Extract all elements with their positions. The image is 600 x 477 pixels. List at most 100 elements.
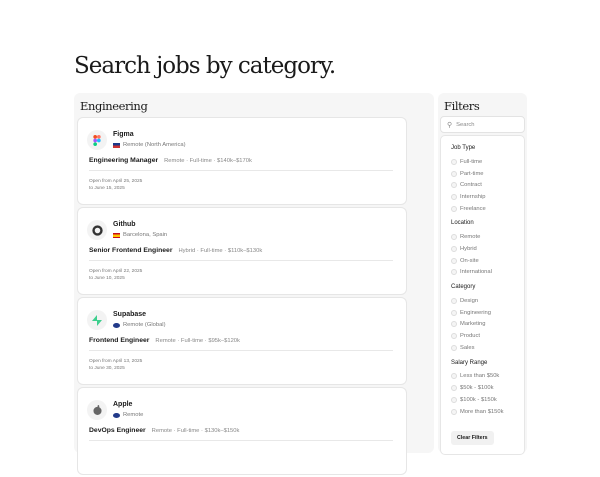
radio-button[interactable] xyxy=(451,373,457,380)
radio-button[interactable] xyxy=(451,333,457,340)
radio-button[interactable] xyxy=(451,396,457,403)
filter-option[interactable]: More than $150k xyxy=(451,406,524,418)
job-dates: Open from April 13, 2025 to June 30, 2025 xyxy=(89,358,142,372)
filter-search-input[interactable]: ⚲ Search xyxy=(440,116,525,133)
filter-option[interactable]: Sales xyxy=(451,342,524,354)
radio-button[interactable] xyxy=(451,257,457,264)
divider xyxy=(89,260,393,261)
filter-option[interactable]: Part-time xyxy=(451,168,524,180)
job-summary: DevOps Engineer Remote · Full-time · $130… xyxy=(89,427,239,434)
filter-option[interactable]: Design xyxy=(451,295,524,307)
filter-option[interactable]: Internship xyxy=(451,191,524,203)
separator: · xyxy=(201,428,203,434)
radio-button[interactable] xyxy=(451,309,457,316)
radio-button[interactable] xyxy=(451,344,457,351)
job-location: Remote xyxy=(113,412,143,418)
job-title: Engineering Manager xyxy=(89,157,159,164)
separator: · xyxy=(196,248,199,254)
salary: $95k–$120k xyxy=(208,338,240,344)
location-text: Barcelona, Spain xyxy=(123,232,168,238)
filter-option[interactable]: International xyxy=(451,267,524,279)
clear-filters-button[interactable]: Clear Filters xyxy=(451,431,494,446)
separator: · xyxy=(204,338,207,344)
radio-button[interactable] xyxy=(451,385,457,392)
job-type: Full-time xyxy=(189,158,212,164)
job-title: Senior Frontend Engineer xyxy=(89,247,173,254)
filter-option[interactable]: $100k - $150k xyxy=(451,394,524,406)
open-to: to June 10, 2025 xyxy=(89,276,125,281)
filter-group-label: Location xyxy=(451,220,474,227)
radio-button[interactable] xyxy=(451,408,457,415)
job-type: Full-time xyxy=(180,338,204,344)
filter-option-label: Part-time xyxy=(460,170,484,177)
open-from: Open from April 25, 2025 xyxy=(89,179,143,184)
filters-panel: Filters ⚲ Search Job Type Full-time Part-t… xyxy=(438,93,527,455)
work-mode: Remote xyxy=(155,338,176,344)
company-name: Github xyxy=(113,221,136,228)
filter-group: Salary Range Less than $50k $50k - $100k $1… xyxy=(451,360,524,418)
filter-option[interactable]: On-site xyxy=(451,255,524,267)
open-to: to June 15, 2025 xyxy=(89,186,125,191)
radio-button[interactable] xyxy=(451,170,457,177)
filter-option-label: More than $150k xyxy=(460,408,504,415)
filter-option-label: $50k - $100k xyxy=(460,385,494,392)
open-from: Open from April 22, 2025 xyxy=(89,269,143,274)
search-icon: ⚲ xyxy=(447,121,453,129)
filter-option[interactable]: Product xyxy=(451,330,524,342)
job-dates: Open from April 25, 2025 to June 15, 2025 xyxy=(89,178,142,192)
job-card[interactable]: Github Barcelona, Spain Senior Frontend … xyxy=(77,207,407,295)
filter-option[interactable]: Freelance xyxy=(451,203,524,215)
radio-button[interactable] xyxy=(451,182,457,189)
filter-option[interactable]: Engineering xyxy=(451,307,524,319)
radio-button[interactable] xyxy=(451,158,457,165)
filter-group: Location Remote Hybrid On-site International xyxy=(451,220,524,278)
separator: · xyxy=(224,248,227,254)
divider xyxy=(89,170,393,171)
job-card[interactable]: Figma Remote (North America) Engineering… xyxy=(77,117,407,205)
page-title: Search jobs by category. xyxy=(74,53,336,79)
filter-option-label: Contract xyxy=(460,182,482,189)
jobs-panel: Engineering Figma Remote (North America)… xyxy=(74,93,434,475)
job-card[interactable]: Apple Remote DevOps Engineer Remote · Ful… xyxy=(77,387,407,475)
work-mode: Remote xyxy=(151,428,172,434)
job-location: Remote (North America) xyxy=(113,142,186,148)
job-summary: Senior Frontend Engineer Hybrid · Full-ti… xyxy=(89,247,262,254)
company-name: Supabase xyxy=(113,311,147,318)
filter-option[interactable]: Less than $50k xyxy=(451,371,524,383)
filter-option-label: Less than $50k xyxy=(460,373,500,380)
category-title: Engineering xyxy=(80,99,148,113)
filter-option-label: $100k - $150k xyxy=(460,396,497,403)
filter-group: Job Type Full-time Part-time Contract Intern… xyxy=(451,145,524,214)
job-dates: Open from April 22, 2025 to June 10, 2025 xyxy=(89,268,142,282)
filter-group-label: Job Type xyxy=(451,145,476,151)
filter-option[interactable]: Contract xyxy=(451,179,524,191)
radio-button[interactable] xyxy=(451,205,457,212)
radio-button[interactable] xyxy=(451,298,457,305)
separator: · xyxy=(186,158,188,164)
divider xyxy=(89,440,393,441)
globe-icon xyxy=(113,322,120,328)
company-name: Apple xyxy=(113,401,133,408)
company-name: Figma xyxy=(113,131,134,138)
radio-button[interactable] xyxy=(451,234,457,241)
radio-button[interactable] xyxy=(451,321,457,328)
job-list: Figma Remote (North America) Engineering… xyxy=(77,117,407,477)
filter-option[interactable]: Marketing xyxy=(451,319,524,331)
filter-option[interactable]: Full-time xyxy=(451,156,524,168)
job-card[interactable]: Supabase Remote (Global) Frontend Engine… xyxy=(77,297,407,385)
radio-button[interactable] xyxy=(451,193,457,200)
job-summary: Frontend Engineer Remote · Full-time · $9… xyxy=(89,337,240,344)
work-mode: Remote xyxy=(164,158,185,164)
separator: · xyxy=(177,338,180,344)
salary: $140k–$170k xyxy=(217,158,252,164)
filter-option[interactable]: Hybrid xyxy=(451,243,524,255)
filter-option[interactable]: $50k - $100k xyxy=(451,382,524,394)
filter-option-label: Marketing xyxy=(460,321,486,328)
salary: $110k–$130k xyxy=(227,248,263,254)
radio-button[interactable] xyxy=(451,269,457,276)
filter-option-label: Internship xyxy=(460,193,486,200)
work-mode: Hybrid xyxy=(178,248,196,254)
radio-button[interactable] xyxy=(451,245,457,252)
job-location: Remote (Global) xyxy=(113,322,166,328)
filter-option[interactable]: Remote xyxy=(451,231,524,243)
